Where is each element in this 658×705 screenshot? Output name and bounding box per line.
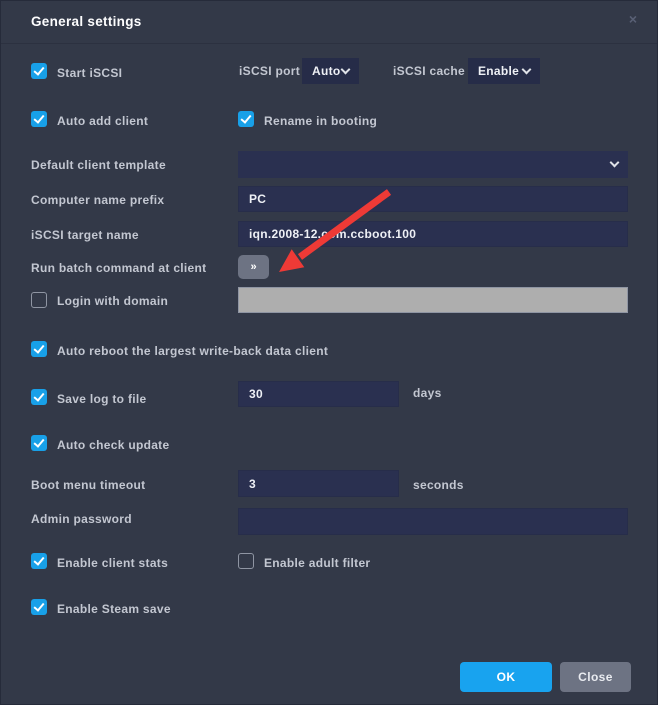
auto-reboot-label: Auto reboot the largest write-back data …	[57, 343, 328, 359]
save-log-days-input[interactable]	[238, 381, 399, 407]
rename-in-booting-label: Rename in booting	[264, 113, 377, 129]
close-button[interactable]: Close	[560, 662, 631, 692]
default-client-template-select[interactable]	[238, 151, 628, 178]
boot-menu-timeout-label: Boot menu timeout	[31, 477, 145, 493]
rename-in-booting-checkbox[interactable]	[238, 111, 254, 127]
login-with-domain-label: Login with domain	[57, 293, 168, 309]
enable-steam-save-label: Enable Steam save	[57, 601, 171, 617]
save-log-checkbox[interactable]	[31, 389, 47, 405]
header-divider	[1, 43, 658, 44]
login-with-domain-checkbox[interactable]	[31, 292, 47, 308]
close-icon[interactable]: ×	[621, 7, 645, 31]
chevron-down-icon	[610, 158, 620, 168]
auto-add-client-checkbox[interactable]	[31, 111, 47, 127]
save-log-unit-label: days	[413, 385, 442, 401]
enable-adult-filter-checkbox[interactable]	[238, 553, 254, 569]
chevron-down-icon	[522, 64, 532, 74]
iscsi-port-label: iSCSI port	[239, 63, 300, 79]
auto-check-update-label: Auto check update	[57, 437, 169, 453]
iscsi-cache-select[interactable]: Enable	[468, 58, 540, 84]
dialog-title: General settings	[31, 14, 142, 29]
iscsi-cache-label: iSCSI cache	[393, 63, 465, 79]
run-batch-command-label: Run batch command at client	[31, 260, 206, 276]
save-log-label: Save log to file	[57, 391, 147, 407]
enable-client-stats-label: Enable client stats	[57, 555, 168, 571]
start-iscsi-checkbox[interactable]	[31, 63, 47, 79]
iscsi-port-select[interactable]: Auto	[302, 58, 359, 84]
iscsi-target-name-label: iSCSI target name	[31, 227, 139, 243]
computer-name-prefix-label: Computer name prefix	[31, 192, 164, 208]
iscsi-cache-value: Enable	[478, 64, 519, 78]
computer-name-prefix-input[interactable]	[238, 186, 628, 212]
ok-button[interactable]: OK	[460, 662, 552, 692]
run-batch-command-button[interactable]: »	[238, 255, 269, 279]
auto-reboot-checkbox[interactable]	[31, 341, 47, 357]
general-settings-dialog: General settings × Start iSCSI iSCSI por…	[0, 0, 658, 705]
default-client-template-label: Default client template	[31, 157, 166, 173]
enable-client-stats-checkbox[interactable]	[31, 553, 47, 569]
admin-password-label: Admin password	[31, 511, 132, 527]
start-iscsi-label: Start iSCSI	[57, 65, 122, 81]
login-with-domain-input	[238, 287, 628, 313]
chevron-down-icon	[341, 64, 351, 74]
iscsi-target-name-input[interactable]	[238, 221, 628, 247]
boot-menu-timeout-input[interactable]	[238, 470, 399, 497]
admin-password-input[interactable]	[238, 508, 628, 535]
auto-add-client-label: Auto add client	[57, 113, 148, 129]
boot-menu-timeout-unit-label: seconds	[413, 477, 464, 493]
enable-adult-filter-label: Enable adult filter	[264, 555, 370, 571]
iscsi-port-value: Auto	[312, 64, 341, 78]
enable-steam-save-checkbox[interactable]	[31, 599, 47, 615]
auto-check-update-checkbox[interactable]	[31, 435, 47, 451]
